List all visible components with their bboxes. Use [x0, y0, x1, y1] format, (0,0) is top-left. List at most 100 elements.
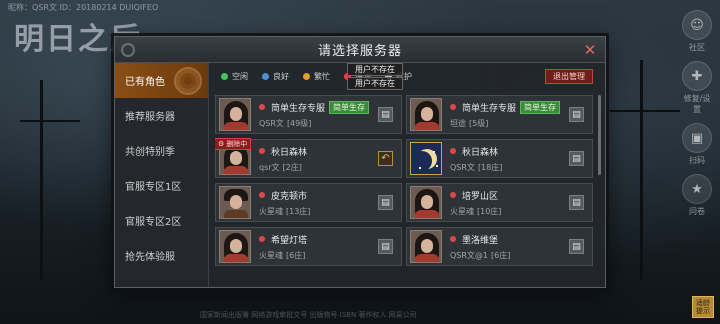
role-info: QSR文@1 [6庄]: [450, 250, 510, 261]
community-icon[interactable]: ☺: [682, 10, 712, 40]
sidebar-item-label: 官服专区1区: [125, 182, 182, 193]
scrollbar[interactable]: [598, 95, 601, 175]
role-level: [18庄]: [477, 162, 503, 172]
server-name-row: 皮克顿市: [259, 189, 310, 202]
server-card[interactable]: 简单生存专服 简单生存 QSR文 [49级] ▤: [215, 95, 402, 134]
server-status-icon: [450, 104, 456, 110]
server-name: 秋日森林: [462, 147, 499, 158]
legend-item: 良好: [262, 71, 289, 82]
server-name: 简单生存专服: [462, 103, 517, 114]
role-info: QSR文 [49级]: [259, 118, 369, 129]
server-info: 希望灯塔火星魂 [6庄]: [259, 233, 307, 261]
player-info: 昵称：QSR文 ID：20180214 DUIQIFEO: [8, 3, 159, 12]
server-tag: 简单生存: [520, 100, 561, 114]
server-info: 简单生存专服 简单生存 QSR文 [49级]: [259, 100, 370, 129]
character-avatar: [410, 186, 442, 219]
right-rail: ☺ 社区 ✚ 修复/设置 ▣ 扫码 ★ 问卷: [680, 10, 714, 225]
server-status-icon: [259, 148, 265, 154]
trash-icon[interactable]: ▤: [378, 195, 393, 210]
trash-icon[interactable]: ▤: [378, 239, 393, 254]
trash-icon[interactable]: ▤: [569, 151, 584, 166]
server-name-row: 培罗山区: [450, 189, 501, 202]
character-avatar: [410, 98, 442, 131]
server-card[interactable]: 简单生存专服 简单生存 坦途 [5级] ▤: [406, 95, 593, 134]
server-status-icon: [259, 236, 265, 242]
server-info: 秋日森林 QSR文 [18庄]: [450, 145, 502, 173]
tooltip-line: 用户不存在: [347, 77, 403, 90]
legend-label: 繁忙: [314, 71, 330, 81]
server-info: 培罗山区火星魂 [10庄]: [450, 189, 501, 217]
role-name: 火星魂: [259, 250, 283, 260]
sidebar-item-label: 推荐服务器: [125, 112, 175, 123]
server-select-modal: 请选择服务器 ✕ 已有角色推荐服务器共创特别季官服专区1区官服专区2区 抢先体验服…: [114, 36, 606, 288]
trash-icon[interactable]: ▤: [569, 195, 584, 210]
server-status-icon: [450, 236, 456, 242]
sidebar-item[interactable]: 已有角色: [115, 63, 208, 98]
server-name: 培罗山区: [462, 191, 499, 202]
sidebar-item[interactable]: 官服专区1区: [115, 168, 208, 203]
role-name: 火星魂: [259, 206, 283, 216]
star-icon[interactable]: ★: [682, 174, 712, 204]
server-card[interactable]: 秋日森林 qsr文 [2庄] ↶ ⚙ 删除中: [215, 138, 402, 178]
gear-icon: ⚙: [218, 140, 225, 148]
server-card[interactable]: 皮克顿市火星魂 [13庄] ▤: [215, 183, 402, 222]
server-name: 简单生存专服: [271, 103, 326, 114]
server-name-row: 秋日森林: [450, 145, 502, 158]
role-info: 火星魂 [10庄]: [450, 206, 501, 217]
exit-manage-button[interactable]: 退出管理: [545, 69, 593, 84]
gift-icon[interactable]: ✚: [682, 61, 712, 91]
server-info: 墨洛维堡 QSR文@1 [6庄]: [450, 233, 510, 261]
status-dot-icon: [262, 72, 269, 80]
role-info: qsr文 [2庄]: [259, 162, 307, 173]
role-level: [49级]: [286, 118, 312, 128]
server-info: 皮克顿市火星魂 [13庄]: [259, 189, 310, 217]
title-ornament-icon: [121, 43, 135, 57]
trash-icon[interactable]: ▤: [378, 107, 393, 122]
server-category-sidebar: 已有角色推荐服务器共创特别季官服专区1区官服专区2区 抢先体验服: [115, 63, 209, 287]
role-info: 火星魂 [6庄]: [259, 250, 307, 261]
server-info: 简单生存专服 简单生存 坦途 [5级]: [450, 100, 561, 129]
role-name: 坦途: [450, 118, 466, 128]
character-avatar: [219, 230, 251, 263]
sidebar-item[interactable]: 官服专区2区: [115, 203, 208, 238]
server-card[interactable]: 秋日森林 QSR文 [18庄] ▤: [406, 139, 593, 178]
role-name: 火星魂: [450, 206, 474, 216]
server-list: 简单生存专服 简单生存 QSR文 [49级] ▤ 简单生存专服 简单生存 坦途 [5级] ▤ 秋日森…: [215, 95, 593, 285]
server-name-row: 希望灯塔: [259, 233, 307, 246]
server-name-row: 简单生存专服 简单生存: [450, 100, 561, 114]
server-content: 空闲 良好 繁忙 爆满 维护 用户不存在 用户不存在 退出管理 简单生存专服 简单生存 QS…: [215, 63, 601, 287]
role-name: QSR文@1: [450, 250, 489, 260]
server-card[interactable]: 希望灯塔火星魂 [6庄] ▤: [215, 227, 402, 266]
rail-label: 扫码: [689, 156, 705, 165]
close-icon[interactable]: ✕: [581, 41, 599, 59]
modal-title-bar: 请选择服务器 ✕: [115, 37, 605, 63]
role-level: [13庄]: [286, 206, 311, 216]
undo-delete-icon[interactable]: ↶: [378, 151, 393, 166]
trash-icon[interactable]: ▤: [569, 239, 584, 254]
legend-label: 空闲: [232, 71, 248, 81]
sidebar-item[interactable]: 抢先体验服: [115, 238, 208, 273]
deleting-label: 删除中: [226, 140, 248, 148]
sidebar-item[interactable]: 推荐服务器: [115, 98, 208, 133]
server-status-icon: [259, 104, 265, 110]
role-level: [5级]: [469, 118, 489, 128]
moon-avatar-icon: [410, 142, 442, 175]
age-rating-badge: 适龄提示: [692, 296, 714, 318]
sidebar-item[interactable]: 共创特别季: [115, 133, 208, 168]
server-name-row: 秋日森林: [259, 145, 307, 158]
server-info: 秋日森林 qsr文 [2庄]: [259, 145, 307, 173]
trash-icon[interactable]: ▤: [569, 107, 584, 122]
rail-label: 修复/设置: [683, 94, 711, 114]
deleting-badge: ⚙ 删除中: [215, 138, 252, 150]
character-avatar: [410, 230, 442, 263]
role-level: [6庄]: [286, 250, 306, 260]
status-dot-icon: [303, 72, 310, 80]
server-card[interactable]: 墨洛维堡 QSR文@1 [6庄] ▤: [406, 227, 593, 266]
server-card[interactable]: 培罗山区火星魂 [10庄] ▤: [406, 183, 593, 222]
server-tag: 简单生存: [329, 100, 370, 114]
scan-icon[interactable]: ▣: [682, 123, 712, 153]
role-info: 坦途 [5级]: [450, 118, 560, 129]
role-level: [10庄]: [477, 206, 502, 216]
server-status-icon: [450, 192, 456, 198]
server-status-icon: [450, 148, 456, 154]
